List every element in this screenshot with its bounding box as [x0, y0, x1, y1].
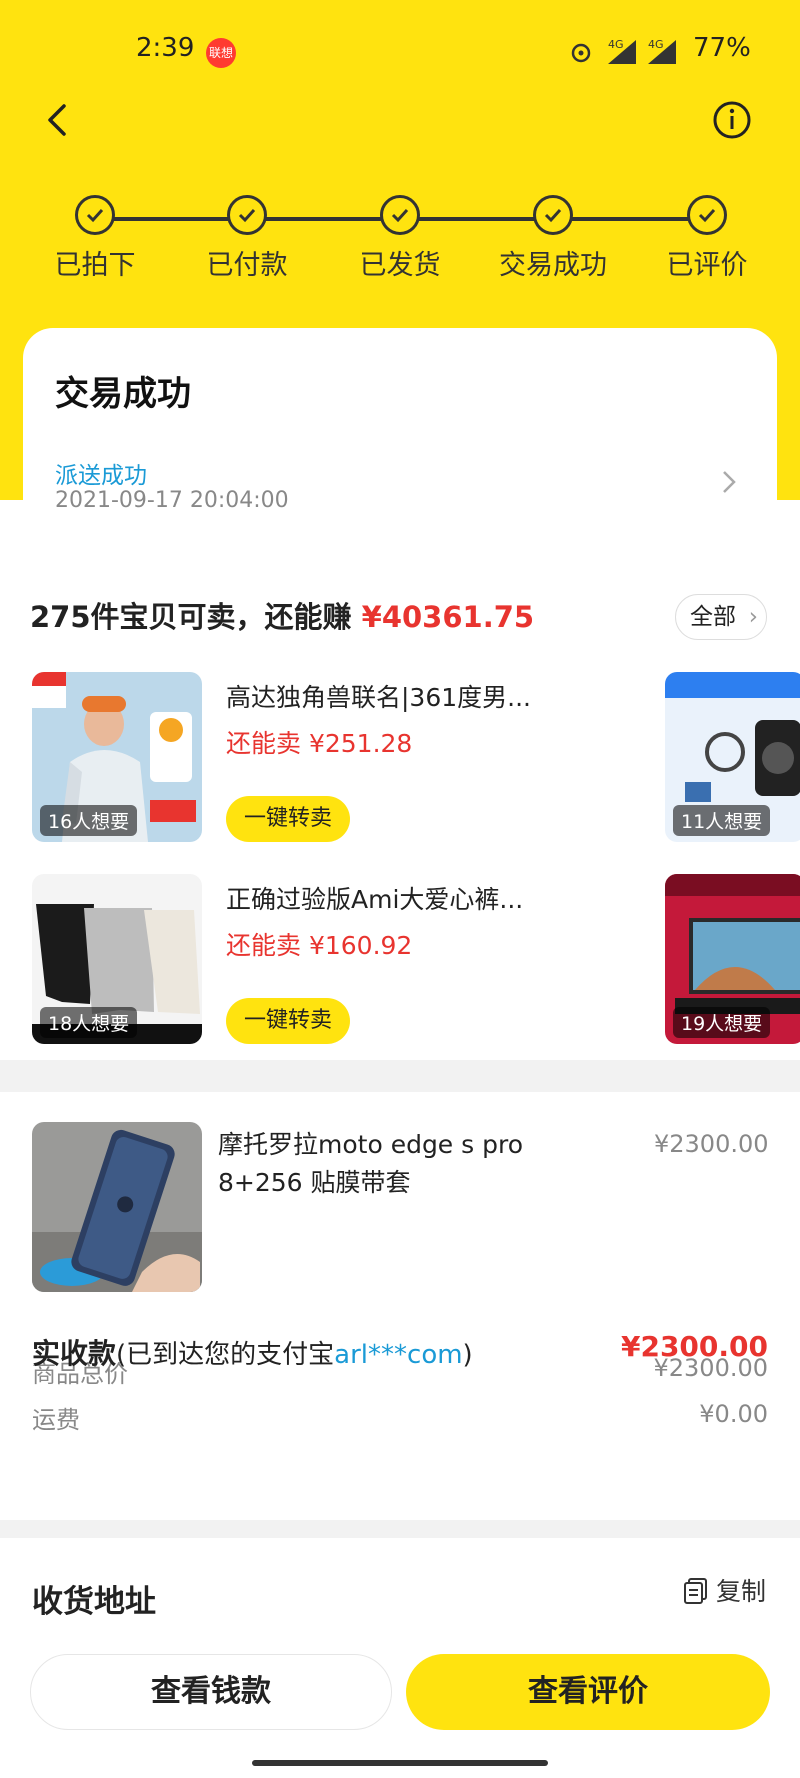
chevron-right-icon: [719, 468, 739, 500]
check-icon: [227, 195, 267, 235]
step-2: 已付款: [177, 195, 317, 282]
info-icon[interactable]: [712, 100, 752, 140]
product-thumbnail: 18人想要: [32, 874, 202, 1044]
check-icon: [380, 195, 420, 235]
resale-item-price: 还能卖 ¥160.92: [226, 931, 413, 960]
received-amount: ¥2300.00: [620, 1330, 768, 1363]
step-label: 已付款: [206, 250, 288, 281]
want-count: 19人想要: [673, 1007, 771, 1038]
want-count: 11人想要: [673, 805, 771, 836]
resale-item-title: 高达独角兽联名|361度男...: [226, 683, 531, 712]
resale-item-title: 正确过验版Ami大爱心裤...: [226, 885, 524, 914]
resale-headline: 275件宝贝可卖，还能赚 ¥40361.75: [30, 594, 534, 636]
want-count: 18人想要: [40, 1007, 138, 1038]
svg-text:4G: 4G: [648, 38, 664, 51]
bottom-action-bar: 查看钱款 查看评价: [0, 1640, 800, 1777]
product-thumbnail: 16人想要: [32, 672, 202, 842]
shipping-value: ¥0.00: [699, 1400, 768, 1428]
product-title[interactable]: 摩托罗拉moto edge s pro 8+256 贴膜带套: [218, 1126, 608, 1202]
step-3: 已发货: [330, 195, 470, 282]
battery-level: 77%: [693, 33, 751, 63]
svg-text:4G: 4G: [608, 38, 624, 51]
check-icon: [533, 195, 573, 235]
chevron-right-icon: ›: [748, 604, 758, 630]
step-label: 交易成功: [499, 250, 607, 281]
step-5: 已评价: [637, 195, 777, 282]
back-arrow-icon[interactable]: [38, 100, 78, 140]
one-click-resell-button[interactable]: 一键转卖: [226, 796, 350, 842]
order-card: 摩托罗拉moto edge s pro 8+256 贴膜带套 ¥2300.00 …: [0, 1092, 800, 1520]
received-payment-row: 实收款(已到达您的支付宝arl***com) ¥2300.00: [32, 1330, 768, 1372]
trade-status-card[interactable]: 交易成功 派送成功 2021-09-17 20:04:00: [23, 328, 777, 548]
resale-item-price: 还能卖 ¥251.28: [226, 729, 413, 758]
network-signal-icon: 4G 4G: [571, 38, 676, 64]
delivery-time: 2021-09-17 20:04:00: [55, 488, 289, 513]
home-indicator[interactable]: [252, 1760, 548, 1766]
status-bar: 2:39 联想 4G 4G 77%: [0, 0, 800, 100]
product-price: ¥2300.00: [654, 1130, 769, 1158]
step-label: 已发货: [359, 250, 441, 281]
view-money-button[interactable]: 查看钱款: [30, 1654, 392, 1730]
shipping-label: 运费: [32, 1406, 80, 1434]
resale-item[interactable]: 16人想要 高达独角兽联名|361度男... 还能卖 ¥251.28 一键转卖: [32, 672, 592, 842]
alipay-account: arl***com: [334, 1340, 463, 1370]
order-progress: 已拍下 已付款 已发货 交易成功 已评价: [0, 195, 800, 295]
step-1: 已拍下: [25, 195, 165, 282]
received-note: (已到达您的支付宝: [116, 1340, 335, 1370]
resale-item-peek[interactable]: 19人想要: [665, 874, 800, 1044]
step-label: 已评价: [666, 250, 748, 281]
trade-status-title: 交易成功: [55, 374, 191, 414]
view-all-button[interactable]: 全部 ›: [675, 594, 767, 640]
copy-icon: [684, 1578, 707, 1604]
received-label: 实收款: [32, 1337, 117, 1370]
view-all-label: 全部: [690, 604, 736, 630]
want-count: 16人想要: [40, 805, 138, 836]
check-icon: [687, 195, 727, 235]
copy-label: 复制: [715, 1577, 766, 1606]
one-click-resell-button[interactable]: 一键转卖: [226, 998, 350, 1044]
resale-item[interactable]: 18人想要 正确过验版Ami大爱心裤... 还能卖 ¥160.92 一键转卖: [32, 874, 592, 1044]
view-review-button[interactable]: 查看评价: [406, 1654, 770, 1730]
step-label: 已拍下: [54, 250, 136, 281]
copy-button[interactable]: 复制: [684, 1572, 766, 1608]
status-time: 2:39: [136, 33, 195, 63]
signal-icons: 4G 4G: [568, 36, 686, 71]
notification-badge-icon: 联想: [206, 38, 236, 68]
resale-head-text: 275件宝贝可卖，还能赚: [30, 600, 362, 634]
step-4: 交易成功: [483, 195, 623, 282]
resale-earn-amount: ¥40361.75: [361, 600, 535, 634]
section-divider: [0, 1074, 800, 1092]
delivery-status: 派送成功: [55, 463, 147, 489]
product-image[interactable]: [32, 1122, 202, 1292]
shipping-row: 运费 ¥0.00: [32, 1400, 768, 1435]
check-icon: [75, 195, 115, 235]
resale-item-peek[interactable]: 11人想要: [665, 672, 800, 842]
address-title: 收货地址: [32, 1584, 156, 1620]
received-note-end: ): [462, 1340, 473, 1370]
